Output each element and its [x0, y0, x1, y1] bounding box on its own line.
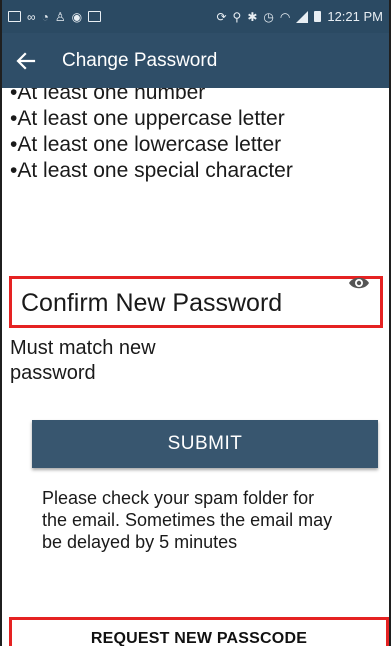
request-new-passcode-button[interactable]: REQUEST NEW PASSCODE [9, 617, 389, 646]
confirm-password-hint: Must match new password [10, 337, 156, 384]
scroll-content[interactable]: •At least one number •At least one upper… [2, 88, 389, 646]
status-bar: ∞ ◔ ♙ ◉ ⟳ ⚲ ✱ ◷ ◠ 12:21 PM [2, 0, 389, 33]
alarm-icon: ◷ [263, 9, 274, 24]
app-bar: Change Password [2, 33, 389, 88]
rule-item: •At least one uppercase letter [10, 107, 285, 130]
battery-icon [314, 11, 322, 22]
submit-button[interactable]: SUBMIT [32, 420, 378, 468]
rule-item: •At least one special character [10, 159, 293, 182]
location-icon: ◉ [71, 9, 83, 24]
voicemail-icon: ∞ [27, 9, 36, 24]
eye-icon[interactable] [348, 275, 370, 296]
person-icon: ♙ [54, 9, 66, 24]
location-pin-icon: ⚲ [232, 9, 242, 24]
sync-icon: ⟳ [216, 9, 227, 24]
signal-icon [296, 10, 309, 23]
password-rules: •At least one number •At least one upper… [10, 88, 310, 184]
status-time: 12:21 PM [327, 9, 383, 24]
image-icon [88, 11, 102, 22]
wifi-icon: ◠ [279, 9, 291, 24]
spam-notice: Please check your spam folder for the em… [42, 488, 333, 552]
confirm-password-label: Confirm New Password [21, 289, 283, 317]
bluetooth-icon: ✱ [247, 9, 258, 24]
wifi-call-icon: ◔ [41, 9, 49, 24]
arrow-left-icon [16, 51, 36, 70]
page-title: Change Password [62, 49, 218, 71]
rule-item: •At least one number [10, 88, 206, 104]
rule-item: •At least one lowercase letter [10, 133, 282, 156]
status-right-icons: ⟳ ⚲ ✱ ◷ ◠ 12:21 PM [216, 9, 383, 24]
back-button[interactable] [2, 33, 50, 88]
gallery-icon [8, 11, 21, 22]
confirm-password-field[interactable]: Confirm New Password [9, 276, 383, 328]
status-left-icons: ∞ ◔ ♙ ◉ [8, 9, 102, 24]
